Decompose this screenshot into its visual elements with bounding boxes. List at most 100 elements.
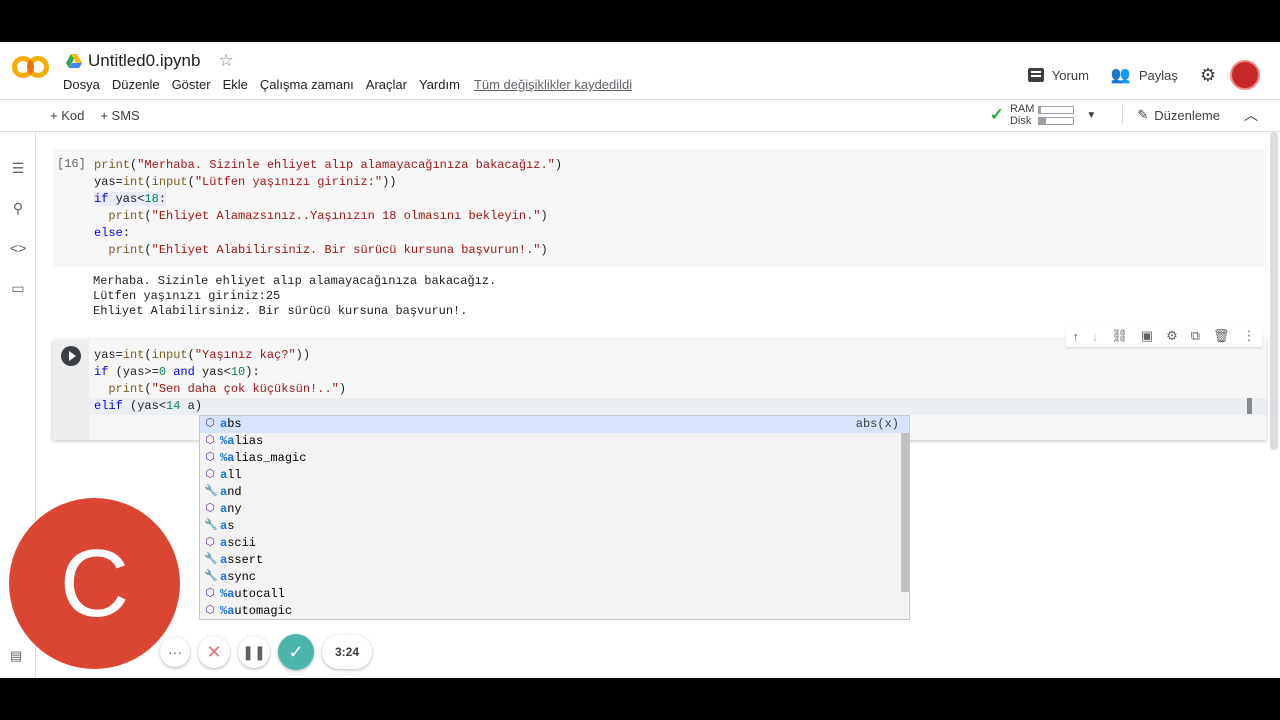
autocomplete-rest: nd (227, 485, 242, 499)
autocomplete-match: %a (220, 604, 235, 618)
menu-insert[interactable]: Ekle (223, 77, 248, 92)
chevron-down-icon[interactable]: ▼ (1086, 110, 1096, 121)
autocomplete-item[interactable]: 🔧 and (200, 484, 909, 501)
cell-toolbar: ↑ ↓ ⛓ ▣ ⚙ ⧉ 🗑 ⋮ (1066, 325, 1262, 347)
notebook-toolbar: + Kod + SMS ✓ RAM Disk ▼ ✎ Düzenleme ︿ (0, 99, 1280, 132)
add-text-button[interactable]: + SMS (100, 108, 139, 123)
autocomplete-rest: ny (227, 502, 242, 516)
settings-cell-icon[interactable]: ⚙ (1166, 328, 1178, 344)
cube-icon: ⬡ (205, 605, 215, 617)
app-header: Untitled0.ipynb ☆ Dosya Düzenle Göster E… (0, 42, 1280, 99)
people-icon: 👥 (1110, 67, 1131, 84)
comment-button[interactable]: Yorum (1027, 68, 1089, 83)
menu-view[interactable]: Göster (172, 77, 211, 92)
resource-labels[interactable]: RAM Disk (1010, 103, 1034, 127)
delete-icon[interactable]: 🗑 (1213, 328, 1230, 344)
mirror-cell-icon[interactable]: ⧉ (1191, 328, 1200, 344)
autocomplete-rest: sync (227, 570, 257, 584)
wrench-icon: 🔧 (204, 520, 218, 532)
add-code-button[interactable]: + Kod (50, 108, 84, 123)
notebook-title[interactable]: Untitled0.ipynb (88, 51, 200, 71)
autocomplete-item[interactable]: ⬡ any (200, 501, 909, 518)
menu-tools[interactable]: Araçlar (366, 77, 407, 92)
chevron-up-icon[interactable]: ︿ (1244, 105, 1258, 125)
comment-cell-icon[interactable]: ▣ (1141, 328, 1153, 344)
autocomplete-item[interactable]: ⬡ %autocall (200, 586, 909, 603)
star-icon[interactable]: ☆ (218, 51, 233, 71)
check-icon: ✓ (989, 105, 1004, 124)
code-editor-2[interactable]: yas=int(input("Yaşınız kaç?")) if (yas>=… (94, 347, 346, 415)
output-line: Ehliyet Alabilirsiniz. Bir sürücü kursun… (93, 304, 468, 318)
code-cell-1[interactable]: [16] print("Merhaba. Sizinle ehliyet alı… (53, 149, 1266, 267)
recorder-pause-button[interactable]: ❚❚ (238, 636, 270, 668)
share-button[interactable]: 👥 Paylaş (1111, 65, 1178, 85)
cube-icon: ⬡ (205, 588, 215, 600)
editor-scrollbar[interactable] (1247, 398, 1252, 414)
menu-file[interactable]: Dosya (63, 77, 100, 92)
recorder-timer: 3:24 (322, 635, 372, 669)
gear-icon[interactable]: ⚙ (1200, 65, 1216, 86)
edit-mode-button[interactable]: ✎ Düzenleme (1137, 107, 1220, 123)
resource-bars[interactable] (1038, 105, 1075, 125)
cube-icon: ⬡ (205, 452, 215, 464)
saved-status[interactable]: Tüm değişiklikler kaydedildi (474, 77, 632, 92)
page-scrollbar[interactable] (1270, 132, 1278, 450)
wrench-icon: 🔧 (204, 554, 218, 566)
menu-help[interactable]: Yardım (419, 77, 460, 92)
autocomplete-item[interactable]: 🔧 as (200, 518, 909, 535)
autocomplete-item[interactable]: ⬡ ascii (200, 535, 909, 552)
code-editor-1[interactable]: print("Merhaba. Sizinle ehliyet alıp ala… (94, 157, 562, 259)
terminal-icon[interactable]: ▤ (10, 648, 22, 664)
recorder-more-button[interactable]: ··· (160, 637, 190, 667)
search-icon[interactable]: ⚲ (10, 200, 26, 217)
cube-icon: ⬡ (205, 503, 215, 515)
disk-bar (1038, 116, 1075, 125)
cell-output: Merhaba. Sizinle ehliyet alıp alamayacağ… (93, 274, 496, 319)
avatar[interactable] (1230, 60, 1260, 90)
colab-window: Untitled0.ipynb ☆ Dosya Düzenle Göster E… (0, 42, 1280, 678)
autocomplete-item[interactable]: ⬡ %alias_magic (200, 450, 909, 467)
move-down-icon[interactable]: ↓ (1092, 329, 1099, 344)
pencil-icon: ✎ (1137, 107, 1149, 122)
drive-icon[interactable] (66, 54, 82, 68)
comment-icon (1027, 68, 1044, 82)
divider (1122, 105, 1124, 125)
wrench-icon: 🔧 (204, 486, 218, 498)
disk-label: Disk (1009, 115, 1032, 127)
colab-logo[interactable] (12, 56, 50, 80)
autocomplete-item[interactable]: ⬡ %alias (200, 433, 909, 450)
autocomplete-rest: ssert (227, 553, 264, 567)
more-vert-icon[interactable]: ⋮ (1242, 328, 1255, 344)
autocomplete-rest: utocall (234, 587, 285, 601)
autocomplete-item[interactable]: ⬡ all (200, 467, 909, 484)
cube-icon: ⬡ (205, 537, 215, 549)
autocomplete-rest: lias_magic (234, 451, 307, 465)
autocomplete-item[interactable]: 🔧 assert (200, 552, 909, 569)
autocomplete-signature: abs(x) (855, 417, 899, 431)
toc-icon[interactable]: ☰ (10, 160, 26, 177)
autocomplete-match: %a (220, 587, 235, 601)
autocomplete-item[interactable]: ⬡ abs abs(x) (200, 416, 909, 433)
recorder-cancel-button[interactable]: ✕ (198, 636, 230, 668)
folder-icon[interactable]: ▭ (10, 280, 26, 297)
run-button[interactable] (61, 346, 81, 366)
autocomplete-match: %a (220, 434, 235, 448)
cube-icon: ⬡ (205, 469, 215, 481)
ram-label: RAM (1009, 103, 1035, 115)
share-label: Paylaş (1138, 67, 1178, 83)
autocomplete-item[interactable]: 🔧 async (200, 569, 909, 586)
autocomplete-rest: s (227, 519, 235, 533)
recorder-webcam-bubble: C (9, 498, 180, 669)
recorder-finish-button[interactable]: ✓ (278, 634, 314, 670)
execution-count: [16] (57, 157, 86, 171)
code-icon[interactable]: <> (10, 240, 26, 256)
link-icon[interactable]: ⛓ (1111, 328, 1128, 344)
autocomplete-rest: lias (234, 434, 264, 448)
autocomplete-item[interactable]: ⬡ %automagic (200, 603, 909, 619)
cube-icon: ⬡ (205, 418, 215, 430)
autocomplete-rest: bs (227, 417, 242, 431)
move-up-icon[interactable]: ↑ (1072, 329, 1079, 344)
autocomplete-dropdown: ⬡ abs abs(x) ⬡ %alias ⬡ %alias_magic ⬡ all 🔧 and ⬡ a… (199, 415, 910, 620)
menu-edit[interactable]: Düzenle (112, 77, 160, 92)
menu-runtime[interactable]: Çalışma zamanı (260, 77, 354, 92)
